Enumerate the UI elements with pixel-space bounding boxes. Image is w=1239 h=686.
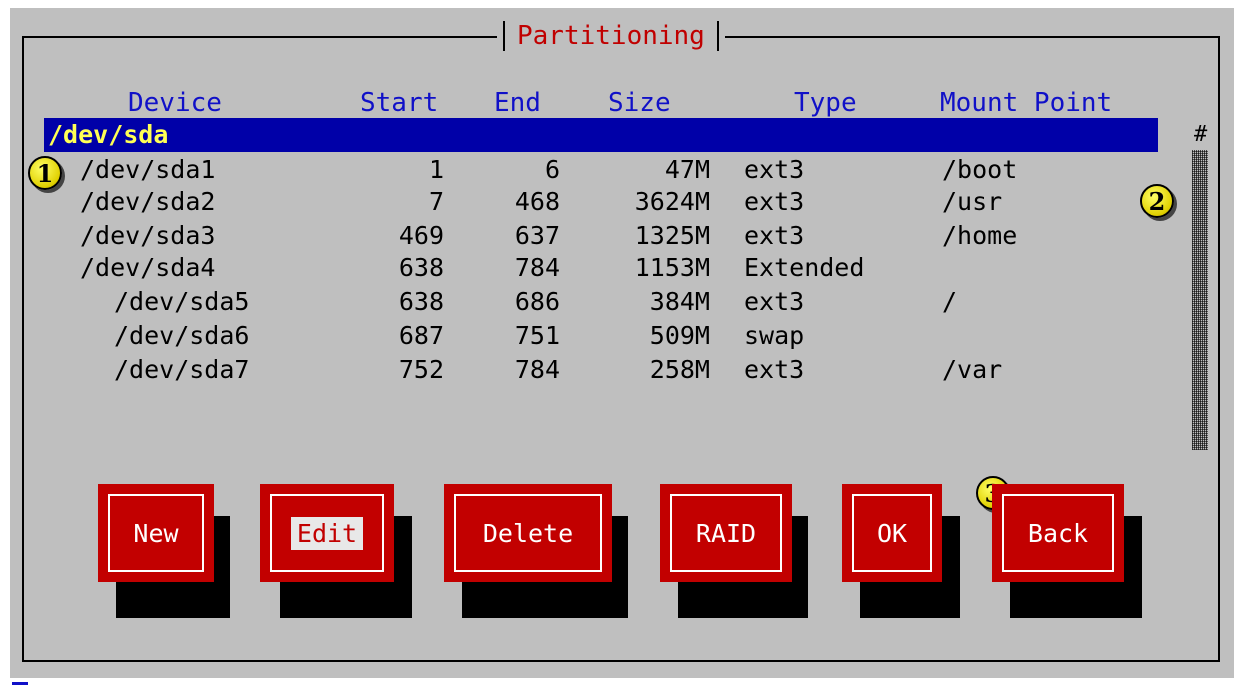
- partition-device: /dev/sda2: [80, 187, 216, 216]
- callout-marker-1: 1: [28, 156, 62, 190]
- dialog-title: Partitioning: [517, 21, 705, 51]
- ok-button[interactable]: OK: [842, 484, 942, 582]
- partition-start: 638: [398, 253, 444, 282]
- scrollbar-track[interactable]: [1192, 150, 1208, 450]
- partition-end: 784: [514, 355, 560, 384]
- edit-button-label: Edit: [290, 516, 364, 550]
- column-header-end: End: [494, 88, 541, 118]
- partition-mount: /usr: [942, 187, 1003, 216]
- callout-marker-2: 2: [1140, 184, 1174, 218]
- partition-size: 258M: [649, 355, 710, 384]
- partition-end: 751: [514, 321, 560, 350]
- back-button-label: Back: [1027, 518, 1089, 548]
- partition-size: 1153M: [634, 253, 710, 282]
- column-header-type: Type: [794, 88, 857, 118]
- partition-size: 509M: [649, 321, 710, 350]
- bottom-edge-marker: [12, 682, 28, 685]
- partition-row[interactable]: /dev/sda4 638 784 1153M Extended: [0, 252, 1239, 284]
- partition-device: /dev/sda6: [114, 321, 250, 350]
- new-button-label: New: [133, 518, 179, 548]
- partition-size: 1325M: [634, 221, 710, 250]
- partition-mount: /home: [942, 221, 1018, 250]
- partition-row[interactable]: /dev/sda2 7 468 3624M ext3 /usr: [0, 186, 1239, 218]
- partition-start: 638: [398, 287, 444, 316]
- new-button[interactable]: New: [98, 484, 214, 582]
- partition-type: ext3: [744, 355, 805, 384]
- partition-type: ext3: [744, 221, 805, 250]
- partition-mount: /var: [942, 355, 1003, 384]
- partition-size: 384M: [649, 287, 710, 316]
- partition-mount: /: [942, 287, 958, 316]
- partition-end: 6: [544, 155, 560, 184]
- partition-start: 752: [398, 355, 444, 384]
- partition-start: 1: [428, 155, 444, 184]
- partition-size: 3624M: [634, 187, 710, 216]
- scrollbar-thumb-marker[interactable]: #: [1194, 122, 1207, 148]
- partition-type: ext3: [744, 187, 805, 216]
- partition-end: 686: [514, 287, 560, 316]
- raid-button-label: RAID: [695, 518, 757, 548]
- partition-type: ext3: [744, 155, 805, 184]
- partition-start: 7: [428, 187, 444, 216]
- partition-row[interactable]: /dev/sda5 638 686 384M ext3 /: [0, 286, 1239, 318]
- disk-label: /dev/sda: [48, 120, 169, 149]
- partition-device: /dev/sda7: [114, 355, 250, 384]
- screen: Partitioning Device Start End Size Type …: [0, 0, 1239, 686]
- partition-type: ext3: [744, 287, 805, 316]
- partition-size: 47M: [664, 155, 710, 184]
- partition-type: swap: [744, 321, 805, 350]
- delete-button-label: Delete: [482, 518, 574, 548]
- partition-device: /dev/sda5: [114, 287, 250, 316]
- partition-row[interactable]: /dev/sda1 1 6 47M ext3 /boot: [0, 154, 1239, 186]
- column-header-device: Device: [128, 88, 222, 118]
- partition-type: Extended: [744, 253, 865, 282]
- disk-row-selected[interactable]: /dev/sda: [44, 118, 1158, 152]
- partition-row[interactable]: /dev/sda6 687 751 509M swap: [0, 320, 1239, 352]
- column-header-mount-point: Mount Point: [940, 88, 1113, 118]
- partition-start: 469: [398, 221, 444, 250]
- partition-row[interactable]: /dev/sda7 752 784 258M ext3 /var: [0, 354, 1239, 386]
- back-button[interactable]: Back: [992, 484, 1124, 582]
- column-header-size: Size: [608, 88, 671, 118]
- partition-start: 687: [398, 321, 444, 350]
- partition-end: 468: [514, 187, 560, 216]
- ok-button-label: OK: [876, 518, 908, 548]
- partition-mount: /boot: [942, 155, 1018, 184]
- partition-device: /dev/sda1: [80, 155, 216, 184]
- partition-end: 637: [514, 221, 560, 250]
- partition-device: /dev/sda3: [80, 221, 216, 250]
- partition-device: /dev/sda4: [80, 253, 216, 282]
- column-header-start: Start: [360, 88, 439, 118]
- partition-row[interactable]: /dev/sda3 469 637 1325M ext3 /home: [0, 220, 1239, 252]
- edit-button[interactable]: Edit: [260, 484, 394, 582]
- dialog-title-bar: Partitioning: [497, 18, 725, 54]
- delete-button[interactable]: Delete: [444, 484, 612, 582]
- partition-end: 784: [514, 253, 560, 282]
- title-right-tick: [716, 21, 719, 51]
- raid-button[interactable]: RAID: [660, 484, 792, 582]
